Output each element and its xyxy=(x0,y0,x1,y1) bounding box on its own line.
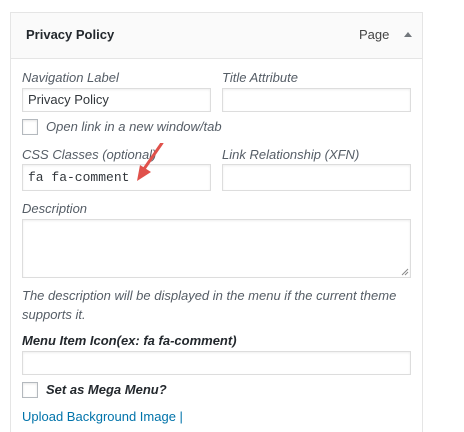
menu-item-header[interactable]: Privacy Policy Page xyxy=(11,13,422,59)
menu-item-settings-panel: Privacy Policy Page Navigation Label Pri… xyxy=(10,12,423,432)
description-label: Description xyxy=(22,201,88,216)
mega-menu-checkbox[interactable] xyxy=(22,382,38,398)
mega-menu-label: Set as Mega Menu? xyxy=(46,382,167,397)
menu-item-type: Page xyxy=(359,27,390,42)
title-attribute-input[interactable] xyxy=(222,88,411,112)
description-textarea[interactable] xyxy=(22,219,411,278)
link-relationship-input[interactable] xyxy=(222,164,411,191)
css-classes-input[interactable]: fa fa-comment xyxy=(22,164,211,191)
resize-grip-icon[interactable] xyxy=(401,268,409,276)
navigation-label-label: Navigation Label xyxy=(22,70,119,85)
open-new-window-checkbox[interactable] xyxy=(22,119,38,135)
open-new-window-label: Open link in a new window/tab xyxy=(46,119,222,134)
menu-item-icon-input[interactable] xyxy=(22,351,411,375)
menu-item-title: Privacy Policy xyxy=(26,27,115,42)
menu-item-icon-label: Menu Item Icon(ex: fa fa-comment) xyxy=(22,333,237,348)
caret-up-icon[interactable] xyxy=(404,32,412,37)
red-arrow-icon xyxy=(137,143,164,181)
link-relationship-label: Link Relationship (XFN) xyxy=(222,147,360,162)
navigation-label-input[interactable]: Privacy Policy xyxy=(22,88,211,112)
description-help-text: The description will be displayed in the… xyxy=(22,288,397,322)
title-attribute-label: Title Attribute xyxy=(222,70,298,85)
